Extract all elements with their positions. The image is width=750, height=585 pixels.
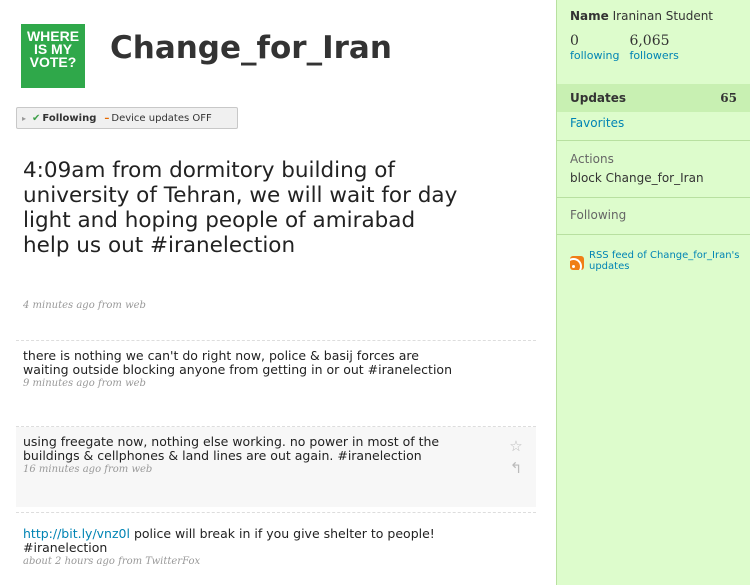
profile-stats: 0 following 6,065 followers [570,33,689,62]
timeline-status-2: using freegate now, nothing else working… [16,427,536,507]
status-meta[interactable]: about 2 hours ago from TwitterFox [23,556,529,567]
favorites-label[interactable]: Favorites [570,116,624,130]
updates-label: Updates [570,91,627,105]
menu-favorites[interactable]: Favorites [557,116,750,130]
status-meta[interactable]: 9 minutes ago from web [23,378,529,389]
favorite-star-icon[interactable]: ☆ [508,435,524,457]
actions-heading: Actions [570,152,614,166]
block-label[interactable]: block [570,171,602,185]
followers-stat[interactable]: 6,065 followers [629,33,678,62]
status-text: there is nothing we can't do right now, … [23,348,453,377]
check-icon: ✔ [32,112,41,124]
status-text: http://bit.ly/vnz0l police will break in… [23,527,463,555]
sidebar-divider [557,140,750,141]
profile-avatar[interactable]: WHERE IS MY VOTE? [21,24,85,88]
expand-arrow-icon[interactable]: ▸ [22,114,26,123]
block-target[interactable]: Change_for_Iran [606,171,704,185]
main-content: WHERE IS MY VOTE? Change_for_Iran ▸ ✔ Fo… [0,0,556,585]
status-meta[interactable]: 16 minutes ago from web [23,464,529,475]
block-user-action[interactable]: block Change_for_Iran [570,171,704,185]
sidebar-divider [557,197,750,198]
following-status: Following [42,112,97,124]
status-actions: ☆ ↰ [508,435,524,479]
following-stat[interactable]: 0 following [570,33,619,62]
status-link[interactable]: http://bit.ly/vnz0l [23,526,130,541]
follow-status-bar[interactable]: ▸ ✔ Following – Device updates OFF [16,107,238,129]
updates-count: 65 [720,91,737,105]
latest-status-text: 4:09am from dormitory building of univer… [23,158,458,258]
latest-status-meta[interactable]: 4 minutes ago from web [23,300,146,311]
followers-count: 6,065 [629,33,670,49]
divider [16,512,536,513]
profile-sidebar: Name Iraninan Student 0 following 6,065 … [556,0,750,585]
profile-name-row: Name Iraninan Student [570,9,713,23]
timeline-status-3: http://bit.ly/vnz0l police will break in… [16,519,536,572]
device-updates-status: Device updates OFF [111,112,212,124]
menu-updates[interactable]: Updates 65 [557,84,750,112]
name-label: Name [570,9,609,23]
rss-feed-link[interactable]: RSS feed of Change_for_Iran's updates [570,250,740,272]
timeline-status-1: there is nothing we can't do right now, … [16,341,536,394]
following-heading: Following [570,208,627,222]
device-off-icon: – [104,112,110,124]
following-count: 0 [570,33,579,49]
avatar-line-3: VOTE? [29,54,77,70]
name-value: Iraninan Student [612,9,714,23]
rss-icon [570,256,584,270]
profile-screen-name: Change_for_Iran [110,30,392,66]
reply-icon[interactable]: ↰ [508,457,524,479]
followers-label[interactable]: followers [629,49,678,62]
following-label[interactable]: following [570,49,619,62]
rss-label[interactable]: RSS feed of Change_for_Iran's updates [589,250,740,272]
sidebar-divider [557,234,750,235]
status-text: using freegate now, nothing else working… [23,434,440,463]
